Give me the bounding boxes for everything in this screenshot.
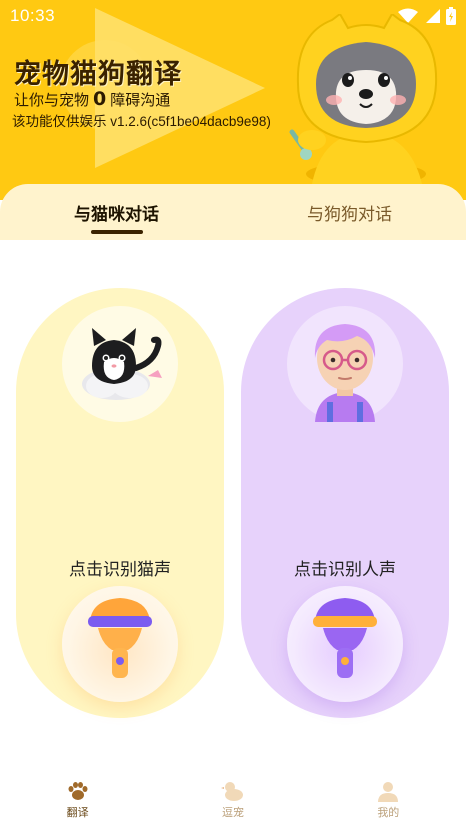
nav-label: 我的 (377, 806, 400, 819)
subtitle-zero: 0 (93, 88, 107, 110)
status-time: 10:33 (10, 6, 56, 25)
person-icon (378, 782, 399, 802)
bottom-nav: 翻译 逗宠 我的 (0, 770, 466, 830)
subtitle-text-before: 让你与宠物 (14, 90, 90, 109)
subtitle-text-after: 障碍沟通 (110, 90, 171, 109)
duck-icon (220, 782, 243, 801)
cat-illustration (82, 328, 162, 400)
cat-voice-card: 点击识别猫声 (16, 288, 224, 718)
dog-mascot-illustration (289, 14, 438, 184)
paw-icon (68, 782, 88, 800)
tab-label: 与猫咪对话 (74, 204, 159, 225)
main-content: 点击识别猫声 点击识别人声 (0, 240, 466, 760)
microphone-icon (88, 598, 152, 678)
human-card-label: 点击识别人声 (294, 560, 396, 580)
person-illustration (314, 324, 376, 422)
header-banner: 10:33 宠物猫狗翻译 让你与宠物 0 障碍沟通 该功能仅供娱乐 v1.2.6… (0, 0, 466, 200)
nav-mine[interactable]: 我的 (311, 770, 466, 830)
page-title: 宠物猫狗翻译 (14, 59, 182, 90)
cat-avatar (62, 306, 178, 422)
cat-mic-button[interactable] (62, 586, 178, 702)
cat-card-label: 点击识别猫声 (69, 560, 171, 580)
tab-bar: 与猫咪对话 与狗狗对话 (0, 184, 466, 240)
nav-translate[interactable]: 翻译 (0, 770, 155, 830)
human-avatar (287, 306, 403, 422)
nav-label: 逗宠 (221, 806, 244, 819)
subtitle: 让你与宠物 0 障碍沟通 (14, 88, 170, 110)
human-mic-button[interactable] (287, 586, 403, 702)
tab-label: 与狗狗对话 (307, 204, 392, 225)
tab-talk-cat[interactable]: 与猫咪对话 (0, 184, 233, 240)
human-voice-card: 点击识别人声 (241, 288, 449, 718)
microphone-icon (313, 598, 377, 678)
tab-talk-dog[interactable]: 与狗狗对话 (233, 184, 466, 240)
tab-active-indicator (90, 230, 143, 234)
nav-label: 翻译 (66, 806, 89, 819)
nav-play-pet[interactable]: 逗宠 (155, 770, 310, 830)
version-text: 该功能仅供娱乐 v1.2.6(c5f1be04dacb9e98) (12, 114, 271, 129)
